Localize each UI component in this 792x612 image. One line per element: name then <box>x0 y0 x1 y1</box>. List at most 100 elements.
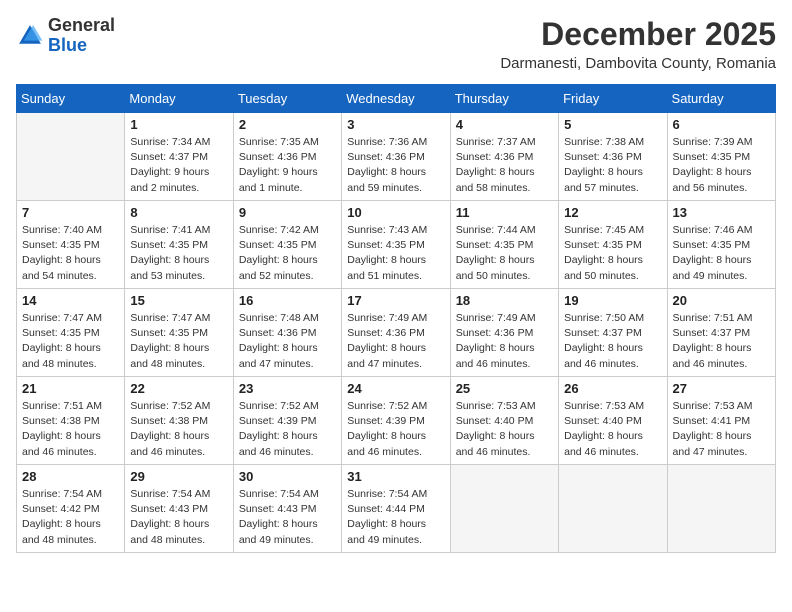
column-header-friday: Friday <box>559 85 667 113</box>
day-info: Sunrise: 7:36 AMSunset: 4:36 PMDaylight:… <box>347 135 444 196</box>
calendar-cell: 25Sunrise: 7:53 AMSunset: 4:40 PMDayligh… <box>450 377 558 465</box>
day-number: 2 <box>239 117 336 132</box>
day-number: 12 <box>564 205 661 220</box>
location-title: Darmanesti, Dambovita County, Romania <box>500 55 776 72</box>
calendar-cell: 7 Sunrise: 7:40 AMSunset: 4:35 PMDaylight… <box>17 201 125 289</box>
calendar-cell: 23Sunrise: 7:52 AMSunset: 4:39 PMDayligh… <box>233 377 341 465</box>
day-number: 16 <box>239 293 336 308</box>
week-row-4: 21 Sunrise: 7:51 AMSunset: 4:38 PMDayligh… <box>17 377 776 465</box>
week-row-2: 7 Sunrise: 7:40 AMSunset: 4:35 PMDaylight… <box>17 201 776 289</box>
day-info: Sunrise: 7:39 AMSunset: 4:35 PMDaylight:… <box>673 135 770 196</box>
day-number: 8 <box>130 205 227 220</box>
week-row-1: 1 Sunrise: 7:34 AMSunset: 4:37 PMDaylight… <box>17 113 776 201</box>
logo-blue-text: Blue <box>48 35 87 55</box>
calendar-cell: 21 Sunrise: 7:51 AMSunset: 4:38 PMDayligh… <box>17 377 125 465</box>
day-number: 26 <box>564 381 661 396</box>
page-header: General Blue December 2025 Darmanesti, D… <box>16 16 776 72</box>
calendar-cell: 8 Sunrise: 7:41 AMSunset: 4:35 PMDaylight… <box>125 201 233 289</box>
column-header-saturday: Saturday <box>667 85 775 113</box>
day-info: Sunrise: 7:54 AMSunset: 4:43 PMDaylight:… <box>239 487 336 548</box>
day-info: Sunrise: 7:45 AMSunset: 4:35 PMDaylight:… <box>564 223 661 284</box>
calendar-cell <box>450 465 558 553</box>
column-header-monday: Monday <box>125 85 233 113</box>
day-number: 21 <box>22 381 119 396</box>
day-info: Sunrise: 7:51 AMSunset: 4:37 PMDaylight:… <box>673 311 770 372</box>
day-info: Sunrise: 7:54 AMSunset: 4:42 PMDaylight:… <box>22 487 119 548</box>
calendar-cell: 18 Sunrise: 7:49 AMSunset: 4:36 PMDayligh… <box>450 289 558 377</box>
calendar-cell: 17 Sunrise: 7:49 AMSunset: 4:36 PMDayligh… <box>342 289 450 377</box>
day-number: 31 <box>347 469 444 484</box>
column-header-sunday: Sunday <box>17 85 125 113</box>
calendar-cell: 1 Sunrise: 7:34 AMSunset: 4:37 PMDaylight… <box>125 113 233 201</box>
day-number: 30 <box>239 469 336 484</box>
calendar-cell: 10 Sunrise: 7:43 AMSunset: 4:35 PMDayligh… <box>342 201 450 289</box>
day-number: 27 <box>673 381 770 396</box>
calendar-cell: 2 Sunrise: 7:35 AMSunset: 4:36 PMDaylight… <box>233 113 341 201</box>
day-info: Sunrise: 7:53 AMSunset: 4:40 PMDaylight:… <box>564 399 661 460</box>
logo: General Blue <box>16 16 115 56</box>
day-info: Sunrise: 7:34 AMSunset: 4:37 PMDaylight:… <box>130 135 227 196</box>
calendar-cell: 14 Sunrise: 7:47 AMSunset: 4:35 PMDayligh… <box>17 289 125 377</box>
day-info: Sunrise: 7:48 AMSunset: 4:36 PMDaylight:… <box>239 311 336 372</box>
day-number: 14 <box>22 293 119 308</box>
day-number: 11 <box>456 205 553 220</box>
week-row-5: 28 Sunrise: 7:54 AMSunset: 4:42 PMDayligh… <box>17 465 776 553</box>
day-info: Sunrise: 7:54 AMSunset: 4:43 PMDaylight:… <box>130 487 227 548</box>
day-number: 5 <box>564 117 661 132</box>
day-number: 7 <box>22 205 119 220</box>
day-number: 19 <box>564 293 661 308</box>
calendar-cell: 29 Sunrise: 7:54 AMSunset: 4:43 PMDayligh… <box>125 465 233 553</box>
calendar-table: SundayMondayTuesdayWednesdayThursdayFrid… <box>16 84 776 553</box>
calendar-cell <box>17 113 125 201</box>
calendar-cell: 19Sunrise: 7:50 AMSunset: 4:37 PMDayligh… <box>559 289 667 377</box>
column-header-tuesday: Tuesday <box>233 85 341 113</box>
calendar-header-row: SundayMondayTuesdayWednesdayThursdayFrid… <box>17 85 776 113</box>
day-number: 9 <box>239 205 336 220</box>
day-info: Sunrise: 7:40 AMSunset: 4:35 PMDaylight:… <box>22 223 119 284</box>
calendar-cell: 13Sunrise: 7:46 AMSunset: 4:35 PMDayligh… <box>667 201 775 289</box>
day-info: Sunrise: 7:49 AMSunset: 4:36 PMDaylight:… <box>347 311 444 372</box>
calendar-cell: 12 Sunrise: 7:45 AMSunset: 4:35 PMDayligh… <box>559 201 667 289</box>
calendar-cell: 20 Sunrise: 7:51 AMSunset: 4:37 PMDayligh… <box>667 289 775 377</box>
day-info: Sunrise: 7:47 AMSunset: 4:35 PMDaylight:… <box>22 311 119 372</box>
day-info: Sunrise: 7:52 AMSunset: 4:39 PMDaylight:… <box>347 399 444 460</box>
day-number: 10 <box>347 205 444 220</box>
day-number: 29 <box>130 469 227 484</box>
calendar-cell: 30 Sunrise: 7:54 AMSunset: 4:43 PMDayligh… <box>233 465 341 553</box>
calendar-cell: 11 Sunrise: 7:44 AMSunset: 4:35 PMDayligh… <box>450 201 558 289</box>
day-info: Sunrise: 7:44 AMSunset: 4:35 PMDaylight:… <box>456 223 553 284</box>
calendar-cell: 15 Sunrise: 7:47 AMSunset: 4:35 PMDayligh… <box>125 289 233 377</box>
day-info: Sunrise: 7:54 AMSunset: 4:44 PMDaylight:… <box>347 487 444 548</box>
day-info: Sunrise: 7:41 AMSunset: 4:35 PMDaylight:… <box>130 223 227 284</box>
column-header-wednesday: Wednesday <box>342 85 450 113</box>
day-number: 17 <box>347 293 444 308</box>
calendar-cell: 26 Sunrise: 7:53 AMSunset: 4:40 PMDayligh… <box>559 377 667 465</box>
logo-icon <box>16 22 44 50</box>
calendar-cell: 16 Sunrise: 7:48 AMSunset: 4:36 PMDayligh… <box>233 289 341 377</box>
calendar-cell: 24Sunrise: 7:52 AMSunset: 4:39 PMDayligh… <box>342 377 450 465</box>
day-info: Sunrise: 7:47 AMSunset: 4:35 PMDaylight:… <box>130 311 227 372</box>
day-info: Sunrise: 7:51 AMSunset: 4:38 PMDaylight:… <box>22 399 119 460</box>
day-number: 20 <box>673 293 770 308</box>
day-number: 15 <box>130 293 227 308</box>
day-info: Sunrise: 7:53 AMSunset: 4:40 PMDaylight:… <box>456 399 553 460</box>
calendar-cell: 31 Sunrise: 7:54 AMSunset: 4:44 PMDayligh… <box>342 465 450 553</box>
calendar-cell: 27 Sunrise: 7:53 AMSunset: 4:41 PMDayligh… <box>667 377 775 465</box>
day-number: 3 <box>347 117 444 132</box>
day-number: 1 <box>130 117 227 132</box>
column-header-thursday: Thursday <box>450 85 558 113</box>
calendar-cell <box>667 465 775 553</box>
day-number: 28 <box>22 469 119 484</box>
day-info: Sunrise: 7:53 AMSunset: 4:41 PMDaylight:… <box>673 399 770 460</box>
day-number: 18 <box>456 293 553 308</box>
day-info: Sunrise: 7:52 AMSunset: 4:38 PMDaylight:… <box>130 399 227 460</box>
day-info: Sunrise: 7:43 AMSunset: 4:35 PMDaylight:… <box>347 223 444 284</box>
day-info: Sunrise: 7:35 AMSunset: 4:36 PMDaylight:… <box>239 135 336 196</box>
month-title: December 2025 <box>500 16 776 53</box>
day-info: Sunrise: 7:38 AMSunset: 4:36 PMDaylight:… <box>564 135 661 196</box>
calendar-cell <box>559 465 667 553</box>
day-number: 4 <box>456 117 553 132</box>
day-info: Sunrise: 7:42 AMSunset: 4:35 PMDaylight:… <box>239 223 336 284</box>
day-number: 23 <box>239 381 336 396</box>
day-info: Sunrise: 7:49 AMSunset: 4:36 PMDaylight:… <box>456 311 553 372</box>
